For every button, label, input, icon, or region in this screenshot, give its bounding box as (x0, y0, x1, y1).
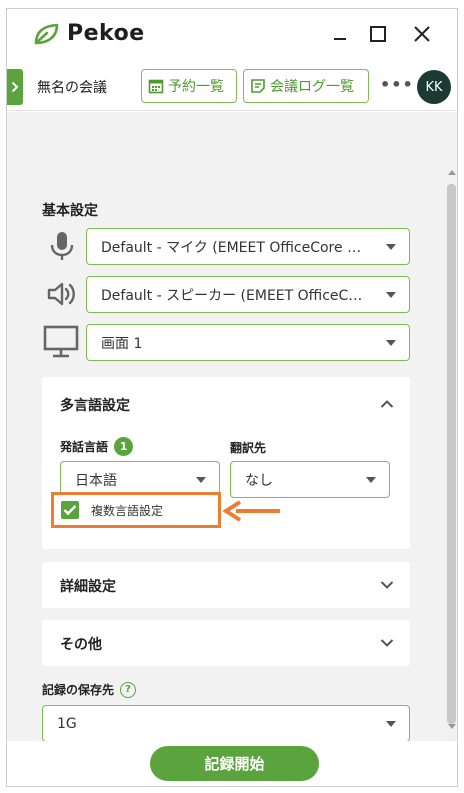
chevron-down-icon (386, 244, 396, 250)
basic-settings-title: 基本設定 (42, 203, 98, 219)
multi-language-setting-checkbox[interactable]: 複数言語設定 (51, 492, 221, 528)
chevron-down-icon[interactable] (380, 636, 394, 650)
speaker-icon (44, 276, 80, 312)
storage-value: 1G (57, 715, 77, 732)
reservations-button[interactable]: 予約一覧 (141, 69, 237, 103)
minimize-button[interactable] (325, 19, 355, 49)
scroll-down-arrow-icon[interactable] (448, 724, 456, 729)
meeting-logs-button[interactable]: 会議ログ一覧 (243, 69, 369, 103)
translation-target-select[interactable]: なし (230, 461, 390, 498)
chevron-down-icon[interactable] (380, 578, 394, 592)
user-avatar[interactable]: KK (417, 70, 451, 104)
more-menu-button[interactable]: ••• (380, 75, 414, 94)
meeting-logs-label: 会議ログ一覧 (270, 79, 354, 95)
scrollbar-thumb[interactable] (447, 184, 456, 724)
storage-label: 記録の保存先 ? (42, 681, 137, 698)
speech-language-count-badge: 1 (114, 437, 134, 456)
document-icon (251, 79, 265, 93)
scroll-up-arrow-icon[interactable] (448, 170, 456, 175)
help-icon[interactable]: ? (120, 681, 137, 698)
sidebar-toggle[interactable] (7, 69, 23, 105)
footer-bar: 記録開始 (7, 741, 457, 786)
maximize-icon (370, 26, 386, 42)
microphone-select[interactable]: Default - マイク (EMEET OfficeCore L… (86, 228, 410, 265)
multi-language-setting-label: 複数言語設定 (91, 503, 164, 518)
speaker-value: Default - スピーカー (EMEET OfficeC… (101, 287, 363, 304)
close-icon (414, 26, 430, 42)
screen-select[interactable]: 画面 1 (86, 324, 410, 361)
details-title: 詳細設定 (60, 579, 116, 595)
calendar-icon (148, 79, 164, 94)
translation-target-label: 翻訳先 (230, 441, 267, 455)
avatar-initials: KK (425, 79, 443, 95)
vertical-scrollbar[interactable] (445, 112, 457, 741)
storage-select[interactable]: 1G (42, 705, 410, 742)
chevron-down-icon (386, 721, 396, 727)
meeting-header: 無名の会議 予約一覧 会議ログ一覧 ••• KK (7, 63, 457, 111)
chevron-right-icon (11, 81, 19, 93)
chevron-down-icon (386, 292, 396, 298)
chevron-down-icon (366, 477, 376, 483)
close-button[interactable] (407, 19, 437, 49)
minimize-icon (334, 38, 346, 40)
microphone-value: Default - マイク (EMEET OfficeCore L… (101, 239, 365, 256)
app-logo: Pekoe (33, 21, 145, 46)
chevron-down-icon (386, 340, 396, 346)
annotation-arrow-icon (222, 500, 280, 522)
leaf-logo-icon (34, 23, 59, 44)
app-window: Pekoe 無名の会議 予約一覧 会議ログ一覧 ••• KK 基本設定 Defa… (6, 8, 458, 787)
chevron-up-icon[interactable] (380, 397, 394, 411)
details-panel[interactable]: 詳細設定 (42, 562, 410, 608)
translation-target-value: なし (245, 472, 273, 489)
settings-content: 基本設定 Default - マイク (EMEET OfficeCore L… … (7, 112, 445, 742)
microphone-icon (44, 228, 80, 264)
screen-value: 画面 1 (101, 335, 143, 352)
meeting-name[interactable]: 無名の会議 (37, 77, 107, 97)
checkbox-checked-icon[interactable] (61, 501, 79, 519)
others-panel[interactable]: その他 (42, 620, 410, 666)
speaker-select[interactable]: Default - スピーカー (EMEET OfficeC… (86, 276, 410, 313)
others-title: その他 (60, 637, 102, 653)
start-recording-button[interactable]: 記録開始 (150, 746, 319, 781)
maximize-button[interactable] (363, 19, 393, 49)
app-name: Pekoe (67, 21, 145, 46)
multilang-title: 多言語設定 (60, 398, 130, 414)
chevron-down-icon (196, 477, 206, 483)
monitor-icon (43, 324, 79, 360)
reservations-label: 予約一覧 (168, 79, 224, 95)
speech-language-label: 発話言語 1 (60, 437, 134, 456)
speech-language-value: 日本語 (75, 472, 117, 489)
title-bar: Pekoe (7, 9, 457, 61)
